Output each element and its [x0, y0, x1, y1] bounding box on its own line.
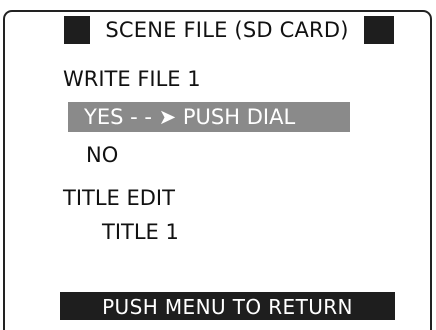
no-option[interactable]: NO	[86, 141, 118, 169]
push-menu-to-return-bar: PUSH MENU TO RETURN	[60, 292, 395, 320]
yes-push-dial-option[interactable]: YES - - ➤ PUSH DIAL	[68, 102, 350, 132]
write-file-label: WRITE FILE 1	[63, 67, 201, 91]
title-edit-label[interactable]: TITLE EDIT	[63, 184, 175, 212]
title-name-value: TITLE 1	[102, 220, 179, 244]
viewfinder-frame	[3, 10, 432, 330]
menu-title: SCENE FILE (SD CARD)	[90, 16, 364, 44]
